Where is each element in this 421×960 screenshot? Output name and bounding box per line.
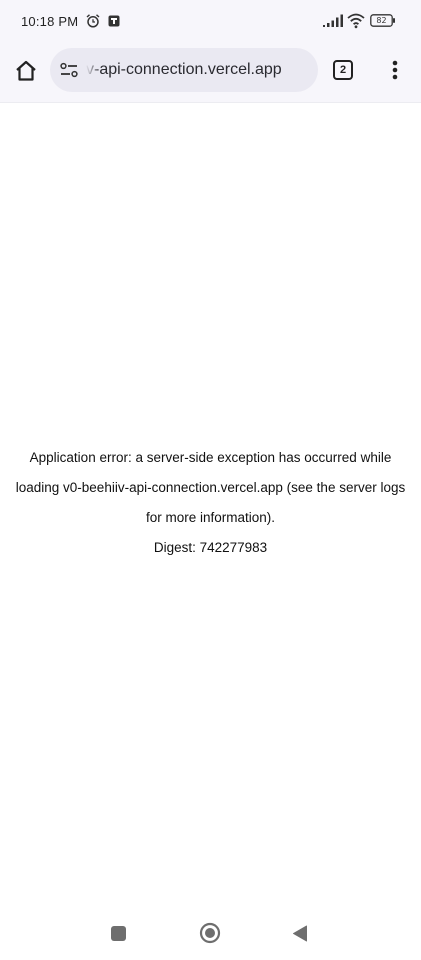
error-message: Application error: a server-side excepti… [15,450,406,525]
phone-screen: 10:18 PM 82 v-api-connection.vercel.app … [0,0,421,960]
system-nav-bar [0,910,421,960]
notification-icon [108,15,120,27]
error-block: Application error: a server-side excepti… [0,443,421,563]
back-icon[interactable] [292,925,308,942]
browser-chrome: 10:18 PM 82 v-api-connection.vercel.app … [0,0,421,103]
wifi-icon [347,13,365,29]
home-icon[interactable] [12,57,40,85]
error-digest: Digest: 742277983 [153,540,268,555]
url-fade [86,54,100,86]
site-info-icon[interactable] [60,62,78,78]
url-text[interactable]: v-api-connection.vercel.app [86,48,314,92]
status-bar: 10:18 PM 82 [0,0,421,44]
alarm-icon [86,14,100,28]
address-bar[interactable]: v-api-connection.vercel.app [50,48,318,92]
battery-level: 82 [376,16,387,25]
more-menu-icon[interactable] [385,58,405,82]
tab-switcher-button[interactable]: 2 [333,60,353,80]
signal-icon [323,14,343,27]
recents-icon[interactable] [111,926,126,941]
status-time: 10:18 PM [21,14,79,29]
home-button-icon[interactable] [199,922,221,944]
browser-toolbar: v-api-connection.vercel.app 2 [0,44,421,98]
